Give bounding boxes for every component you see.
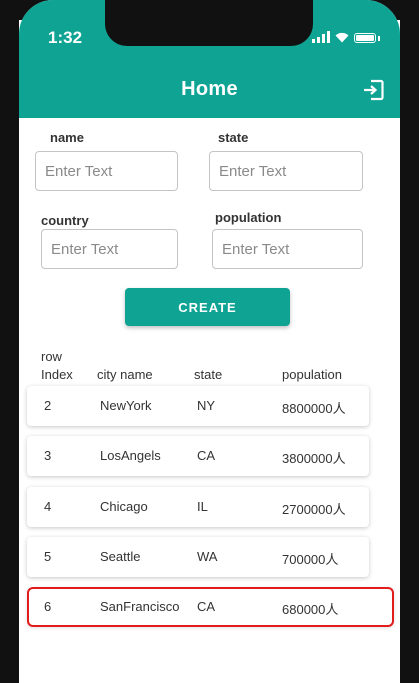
column-header-city: city name	[97, 367, 153, 382]
wifi-icon	[335, 32, 349, 43]
cell-city: Chicago	[100, 499, 148, 514]
cell-state: CA	[197, 599, 216, 614]
phone-notch	[105, 0, 313, 46]
status-icons	[312, 31, 380, 43]
table-row[interactable]: 5 Seattle WA 700000人	[27, 537, 369, 577]
cell-state: WA	[197, 549, 218, 564]
app-header: 1:32 Home	[19, 0, 400, 118]
cell-state: CA	[197, 448, 216, 463]
battery-tip	[378, 36, 380, 41]
signal-icon	[312, 31, 330, 43]
country-label: country	[41, 213, 89, 228]
cell-population: 680000人	[282, 602, 339, 617]
cell-state: NY	[197, 398, 216, 413]
cell-population: 700000人	[282, 552, 339, 567]
state-label: state	[218, 130, 249, 145]
create-button[interactable]: CREATE	[125, 288, 290, 326]
cell-city: Seattle	[100, 549, 141, 564]
table-row[interactable]: 4 Chicago IL 2700000人	[27, 487, 369, 527]
cell-city: NewYork	[100, 398, 152, 413]
logout-icon[interactable]	[362, 79, 384, 101]
table-row[interactable]: 3 LosAngels CA 3800000人	[27, 436, 369, 476]
phone-screen: 1:32 Home name state country population …	[19, 0, 400, 683]
cell-population: 8800000人	[282, 401, 346, 416]
status-time: 1:32	[48, 28, 83, 47]
cell-city: LosAngels	[100, 448, 161, 463]
table-row-selected[interactable]: 6 SanFrancisco CA 680000人	[27, 587, 394, 627]
population-input[interactable]	[212, 229, 363, 269]
page-title: Home	[181, 78, 238, 100]
table-row[interactable]: 2 NewYork NY 8800000人	[27, 386, 369, 426]
cell-index: 2	[44, 398, 52, 413]
cell-index: 3	[44, 448, 52, 463]
cell-population: 3800000人	[282, 451, 346, 466]
name-label: name	[50, 130, 84, 145]
state-input[interactable]	[209, 151, 363, 191]
cell-state: IL	[197, 499, 208, 514]
phone-frame-left	[0, 0, 19, 683]
column-header-row-index: row Index	[41, 349, 73, 382]
population-label: population	[215, 210, 282, 225]
column-header-population: population	[282, 367, 342, 382]
cell-index: 4	[44, 499, 52, 514]
battery-icon	[354, 33, 376, 43]
cell-city: SanFrancisco	[100, 599, 180, 614]
cell-index: 6	[44, 599, 52, 614]
name-input[interactable]	[35, 151, 178, 191]
cell-population: 2700000人	[282, 502, 346, 517]
cell-index: 5	[44, 549, 52, 564]
phone-frame-right	[400, 0, 419, 683]
column-header-state: state	[194, 367, 223, 382]
country-input[interactable]	[41, 229, 178, 269]
